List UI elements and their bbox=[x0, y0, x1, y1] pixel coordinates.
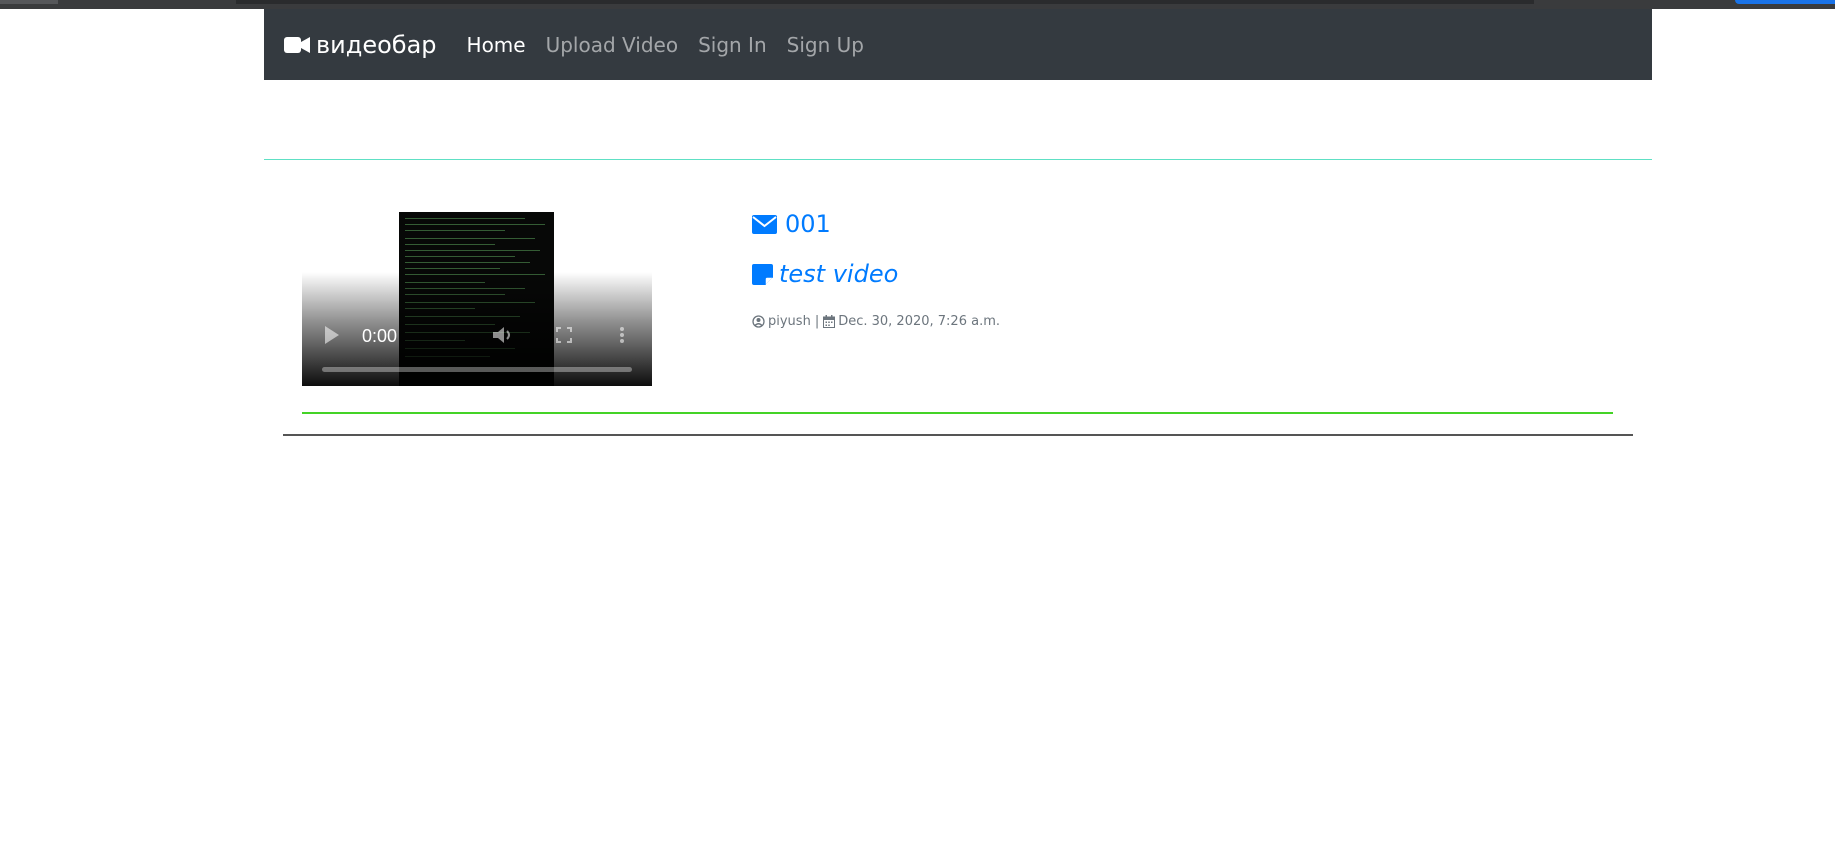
browser-tab[interactable] bbox=[0, 0, 58, 4]
video-title-text: 001 bbox=[785, 210, 831, 238]
video-meta: piyush | Dec. 30, 2020, 7:26 a.m. bbox=[752, 314, 1000, 329]
nav-home-link[interactable]: Home bbox=[467, 33, 526, 57]
video-progress-bar[interactable] bbox=[322, 367, 632, 372]
upload-date: Dec. 30, 2020, 7:26 a.m. bbox=[838, 314, 1000, 329]
divider-bottom bbox=[283, 434, 1633, 436]
divider-green bbox=[302, 412, 1613, 414]
video-title[interactable]: 001 bbox=[752, 210, 831, 238]
nav-upload-video-link[interactable]: Upload Video bbox=[546, 33, 678, 57]
user-circle-icon bbox=[752, 315, 765, 328]
meta-separator: | bbox=[814, 314, 820, 329]
play-icon[interactable] bbox=[324, 325, 340, 345]
video-controls: 0:00 bbox=[302, 312, 652, 386]
envelope-icon bbox=[752, 214, 777, 234]
navbar: видеобар Home Upload Video Sign In Sign … bbox=[264, 9, 1652, 80]
browser-address-bar[interactable] bbox=[236, 0, 1534, 4]
fullscreen-icon[interactable] bbox=[556, 327, 572, 343]
more-options-icon[interactable] bbox=[619, 326, 625, 344]
browser-action-button[interactable] bbox=[1735, 0, 1835, 4]
divider-top bbox=[264, 159, 1652, 160]
brand-link[interactable]: видеобар bbox=[284, 31, 437, 59]
nav-links: Home Upload Video Sign In Sign Up bbox=[467, 33, 884, 57]
video-player[interactable]: 0:00 bbox=[302, 212, 652, 386]
brand-text: видеобар bbox=[316, 30, 437, 59]
sticky-note-icon bbox=[752, 263, 773, 285]
video-time: 0:00 bbox=[362, 326, 398, 346]
author-name: piyush bbox=[768, 314, 811, 329]
video-description-text: test video bbox=[779, 260, 899, 288]
nav-sign-up-link[interactable]: Sign Up bbox=[787, 33, 864, 57]
video-camera-icon bbox=[284, 36, 310, 53]
volume-icon[interactable] bbox=[492, 325, 514, 345]
nav-sign-in-link[interactable]: Sign In bbox=[698, 33, 767, 57]
browser-top-strip bbox=[0, 0, 1835, 9]
video-description: test video bbox=[752, 260, 898, 288]
calendar-icon bbox=[823, 315, 836, 328]
